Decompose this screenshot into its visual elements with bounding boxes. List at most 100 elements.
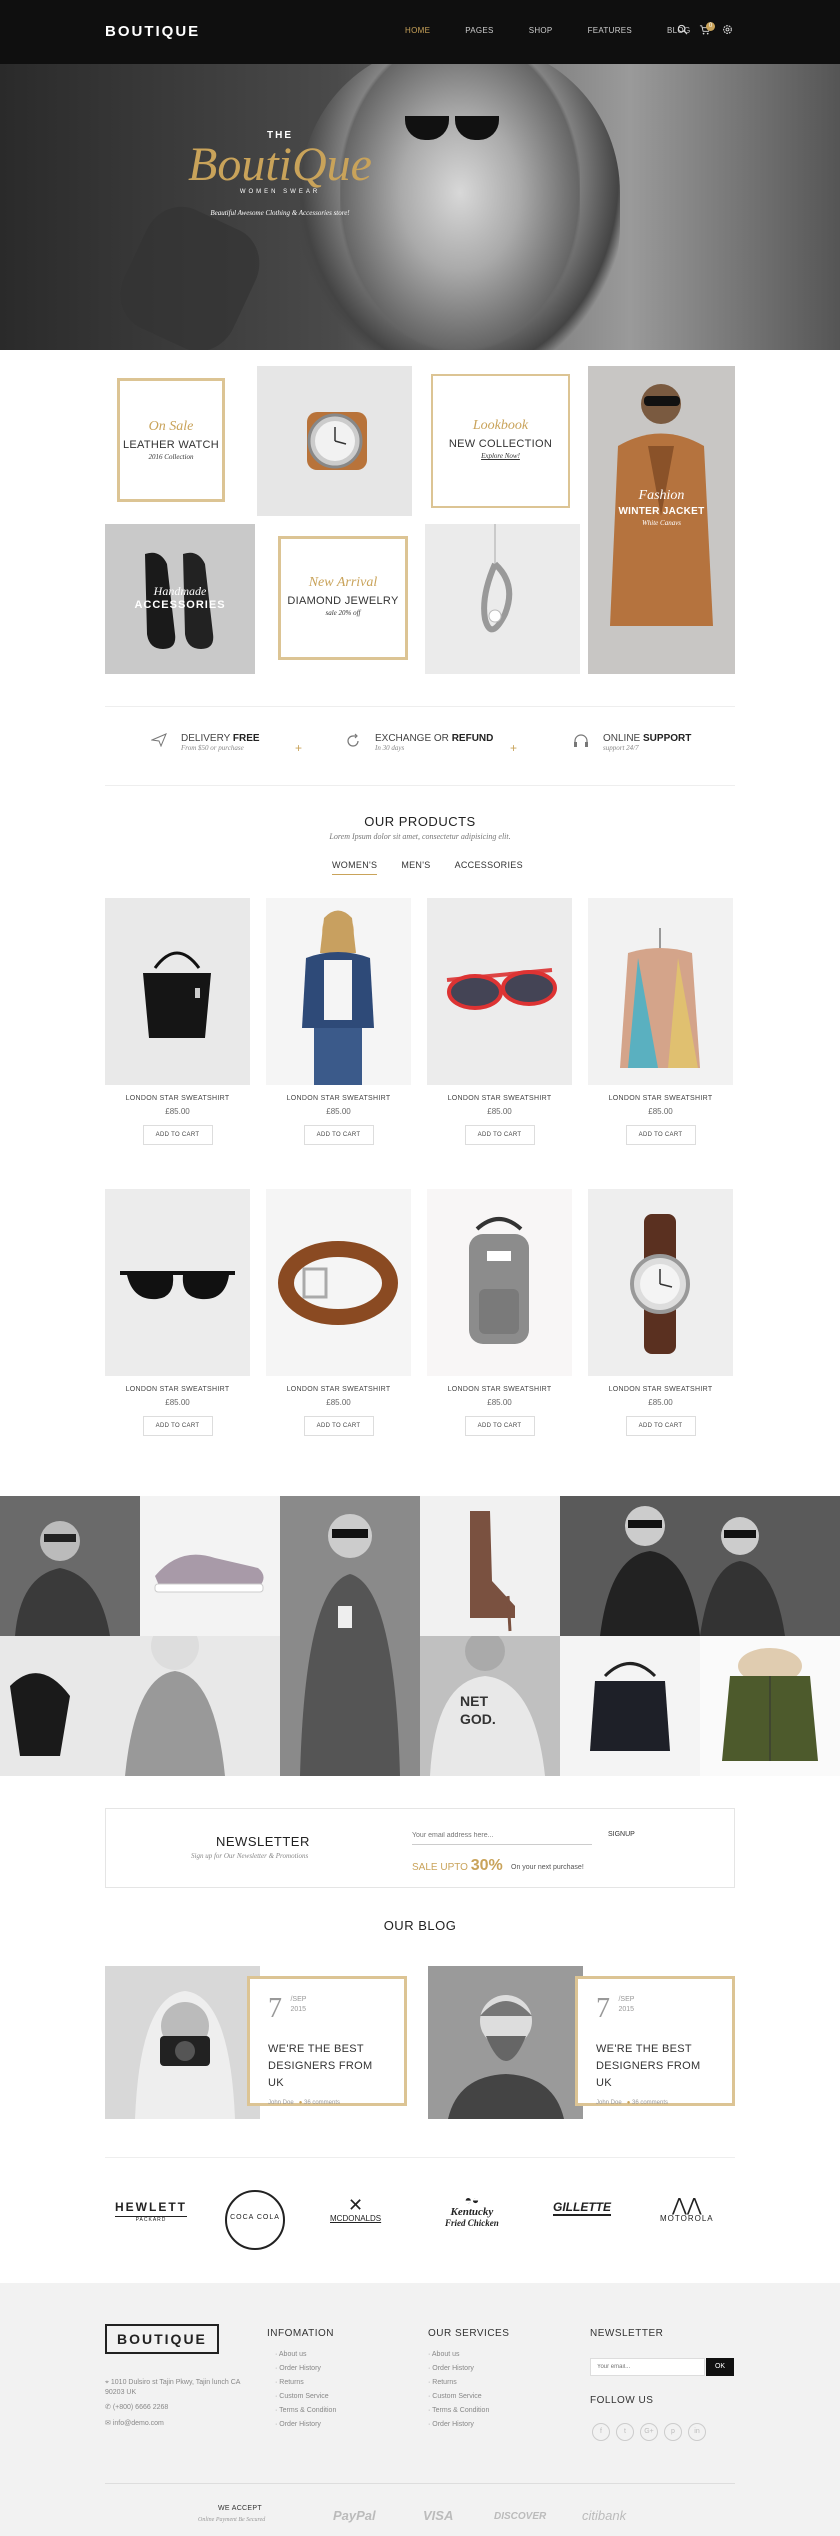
footer-ok-button[interactable]: OK (706, 2358, 734, 2376)
footer-link[interactable]: Returns (428, 2379, 489, 2393)
gallery-image[interactable] (420, 1496, 560, 1636)
add-to-cart-button[interactable]: ADD TO CART (625, 1416, 696, 1436)
gallery-image[interactable] (0, 1636, 280, 1776)
gallery-image[interactable] (0, 1496, 140, 1636)
footer-link[interactable]: Order History (428, 2365, 489, 2379)
add-to-cart-button[interactable]: ADD TO CART (303, 1416, 374, 1436)
blog-post-card[interactable]: 7 /SEP 2015 WE'RE THE BEST DESIGNERS FROM… (247, 1976, 407, 2106)
product-image[interactable] (105, 1189, 250, 1376)
nav-shop[interactable]: SHOP (529, 26, 553, 35)
footer-email[interactable]: info@demo.com (113, 2420, 164, 2427)
footer-link[interactable]: Order History (275, 2365, 336, 2379)
product-name[interactable]: LONDON STAR SWEATSHIRT (427, 1095, 572, 1102)
product-name[interactable]: LONDON STAR SWEATSHIRT (588, 1095, 733, 1102)
gallery-image[interactable]: NET GOD. (420, 1636, 560, 1776)
brand-logo-motorola[interactable]: ⋀⋀ MOTOROLA (660, 2196, 714, 2223)
promo-handmade-tile[interactable]: Handmade ACCESSORIES (105, 524, 255, 674)
product-image[interactable] (588, 1189, 733, 1376)
add-to-cart-button[interactable]: ADD TO CART (625, 1125, 696, 1145)
product-card[interactable]: LONDON STAR SWEATSHIRT £85.00 ADD TO CART (588, 898, 733, 1145)
footer-link[interactable]: Order History (275, 2421, 336, 2435)
promo-handmade-script: Handmade (153, 584, 207, 598)
google-plus-icon[interactable]: G+ (640, 2423, 658, 2441)
brand-logo-gillette[interactable]: GILLETTE (553, 2200, 611, 2216)
product-name[interactable]: LONDON STAR SWEATSHIRT (266, 1386, 411, 1393)
motorola-icon: ⋀⋀ (672, 2195, 702, 2215)
footer-link[interactable]: About us (428, 2351, 489, 2365)
add-to-cart-button[interactable]: ADD TO CART (464, 1125, 535, 1145)
product-name[interactable]: LONDON STAR SWEATSHIRT (427, 1386, 572, 1393)
footer-link[interactable]: Terms & Condition (275, 2407, 336, 2421)
footer-logo[interactable]: BOUTIQUE (105, 2324, 219, 2354)
site-logo[interactable]: BOUTIQUE (105, 23, 200, 40)
footer-link[interactable]: About us (275, 2351, 336, 2365)
footer-email-input[interactable] (590, 2358, 705, 2376)
brand-name: COCA COLA (230, 2214, 280, 2221)
tab-womens[interactable]: WOMEN'S (332, 860, 378, 875)
tab-mens[interactable]: MEN'S (401, 860, 430, 875)
promo-fashion-tile[interactable]: Fashion WINTER JACKET White Canavs (588, 366, 735, 674)
gallery-image[interactable] (560, 1496, 840, 1636)
product-card[interactable]: LONDON STAR SWEATSHIRT £85.00 ADD TO CART (266, 1189, 411, 1436)
newsletter-email-input[interactable] (412, 1827, 592, 1845)
add-to-cart-button[interactable]: ADD TO CART (142, 1125, 213, 1145)
linkedin-icon[interactable]: in (688, 2423, 706, 2441)
product-image[interactable] (105, 898, 250, 1085)
search-icon[interactable] (675, 24, 689, 38)
tab-accessories[interactable]: ACCESSORIES (455, 860, 523, 875)
product-name[interactable]: LONDON STAR SWEATSHIRT (105, 1386, 250, 1393)
product-image[interactable] (588, 898, 733, 1085)
product-name[interactable]: LONDON STAR SWEATSHIRT (266, 1095, 411, 1102)
nav-pages[interactable]: PAGES (465, 26, 493, 35)
promo-sale-tile[interactable]: On Sale LEATHER WATCH 2016 Collection (105, 366, 260, 516)
blog-image[interactable] (428, 1966, 583, 2119)
newsletter-signup-button[interactable]: SIGNUP (608, 1831, 635, 1838)
nav-features[interactable]: FEATURES (588, 26, 632, 35)
blog-post-title[interactable]: WE'RE THE BEST DESIGNERS FROM UK (268, 2041, 386, 2092)
product-image[interactable] (427, 1189, 572, 1376)
settings-icon[interactable] (720, 24, 734, 38)
add-to-cart-button[interactable]: ADD TO CART (142, 1416, 213, 1436)
gallery-image[interactable] (140, 1496, 280, 1636)
add-to-cart-button[interactable]: ADD TO CART (303, 1125, 374, 1145)
gallery-image[interactable] (280, 1496, 420, 1776)
brand-logo-coca-cola[interactable]: COCA COLA (225, 2190, 285, 2250)
product-card[interactable]: LONDON STAR SWEATSHIRT £85.00 ADD TO CART (588, 1189, 733, 1436)
twitter-icon[interactable]: t (616, 2423, 634, 2441)
blog-image[interactable] (105, 1966, 260, 2119)
product-card[interactable]: LONDON STAR SWEATSHIRT £85.00 ADD TO CART (427, 1189, 572, 1436)
blog-post-comments[interactable]: 36 comments (632, 2100, 668, 2106)
gallery-image[interactable] (560, 1636, 700, 1776)
nav-home[interactable]: HOME (405, 26, 430, 35)
blog-post-comments[interactable]: 36 comments (304, 2100, 340, 2106)
product-image[interactable] (427, 898, 572, 1085)
facebook-icon[interactable]: f (592, 2423, 610, 2441)
watch-image-tile[interactable] (257, 366, 412, 516)
product-card[interactable]: LONDON STAR SWEATSHIRT £85.00 ADD TO CART (427, 898, 572, 1145)
gallery-image[interactable] (700, 1636, 840, 1776)
footer-link[interactable]: Custom Service (428, 2393, 489, 2407)
blog-post-card[interactable]: 7 /SEP 2015 WE'RE THE BEST DESIGNERS FROM… (575, 1976, 735, 2106)
brand-logo-kfc[interactable]: ◓◒ Kentucky Fried Chicken (445, 2194, 499, 2228)
product-image[interactable] (266, 898, 411, 1085)
product-card[interactable]: LONDON STAR SWEATSHIRT £85.00 ADD TO CART (105, 1189, 250, 1436)
brand-logo-hp[interactable]: HEWLETT PACKARD (115, 2200, 187, 2223)
product-card[interactable]: LONDON STAR SWEATSHIRT £85.00 ADD TO CART (105, 898, 250, 1145)
jewelry-image-tile[interactable] (425, 524, 580, 674)
add-to-cart-button[interactable]: ADD TO CART (464, 1416, 535, 1436)
product-card[interactable]: LONDON STAR SWEATSHIRT £85.00 ADD TO CART (266, 898, 411, 1145)
promo-lookbook-link[interactable]: Explore Now! (433, 452, 568, 460)
blog-post-title[interactable]: WE'RE THE BEST DESIGNERS FROM UK (596, 2041, 714, 2092)
footer-link[interactable]: Order History (428, 2421, 489, 2435)
product-image[interactable] (266, 1189, 411, 1376)
brand-logo-mcdonalds[interactable]: ✕ MCDONALDS (330, 2196, 381, 2223)
footer-link[interactable]: Returns (275, 2379, 336, 2393)
product-name[interactable]: LONDON STAR SWEATSHIRT (105, 1095, 250, 1102)
pinterest-icon[interactable]: p (664, 2423, 682, 2441)
product-name[interactable]: LONDON STAR SWEATSHIRT (588, 1386, 733, 1393)
promo-lookbook-tile[interactable]: Lookbook NEW COLLECTION Explore Now! (425, 366, 580, 516)
promo-arrival-tile[interactable]: New Arrival DIAMOND JEWELRY sale 20% off (262, 524, 417, 674)
footer-link[interactable]: Terms & Condition (428, 2407, 489, 2421)
footer-link[interactable]: Custom Service (275, 2393, 336, 2407)
products-heading: OUR PRODUCTS (364, 814, 476, 829)
